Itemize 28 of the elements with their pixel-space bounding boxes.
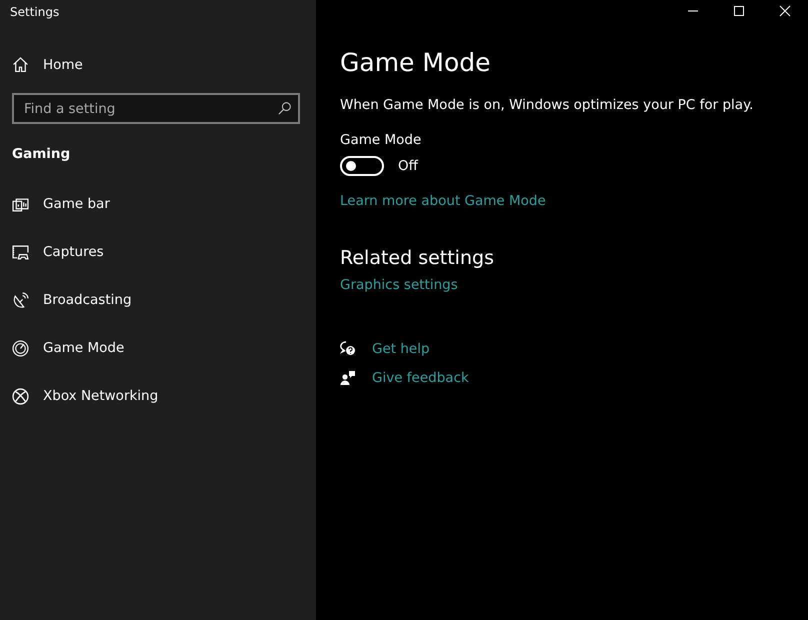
speedometer-icon bbox=[12, 340, 29, 356]
description: When Game Mode is on, Windows optimizes your PC for play. bbox=[340, 97, 754, 113]
game-bar-icon bbox=[12, 196, 29, 212]
toggle-state: Off bbox=[398, 158, 418, 174]
search-icon bbox=[277, 101, 292, 116]
search-field[interactable]: Find a setting bbox=[12, 93, 300, 124]
section-heading: Gaming bbox=[12, 146, 70, 162]
related-heading: Related settings bbox=[340, 247, 494, 269]
window-title: Settings bbox=[9, 4, 60, 21]
related-link[interactable]: Graphics settings bbox=[340, 277, 458, 293]
capture-icon bbox=[12, 244, 29, 260]
xbox-icon bbox=[12, 388, 29, 404]
page-title: Game Mode bbox=[340, 48, 490, 77]
nav-item[interactable]: Broadcasting bbox=[0, 291, 132, 309]
nav-item[interactable]: Game bar bbox=[0, 195, 110, 213]
toggle-switch[interactable] bbox=[340, 156, 384, 176]
satellite-dish-icon bbox=[12, 292, 29, 308]
help-chat-icon bbox=[340, 341, 356, 357]
support-link[interactable]: Give feedback bbox=[372, 370, 469, 386]
home-link[interactable]: Home bbox=[12, 56, 83, 73]
nav-item[interactable]: Game Mode bbox=[0, 339, 124, 357]
nav-item[interactable]: Xbox Networking bbox=[0, 387, 158, 405]
support-link[interactable]: Get help bbox=[372, 341, 430, 357]
feedback-icon bbox=[340, 370, 356, 386]
toggle-label: Game Mode bbox=[340, 132, 422, 148]
home-icon bbox=[12, 56, 29, 73]
nav-item[interactable]: Captures bbox=[0, 243, 104, 261]
learn-more-link[interactable]: Learn more about Game Mode bbox=[340, 193, 546, 209]
